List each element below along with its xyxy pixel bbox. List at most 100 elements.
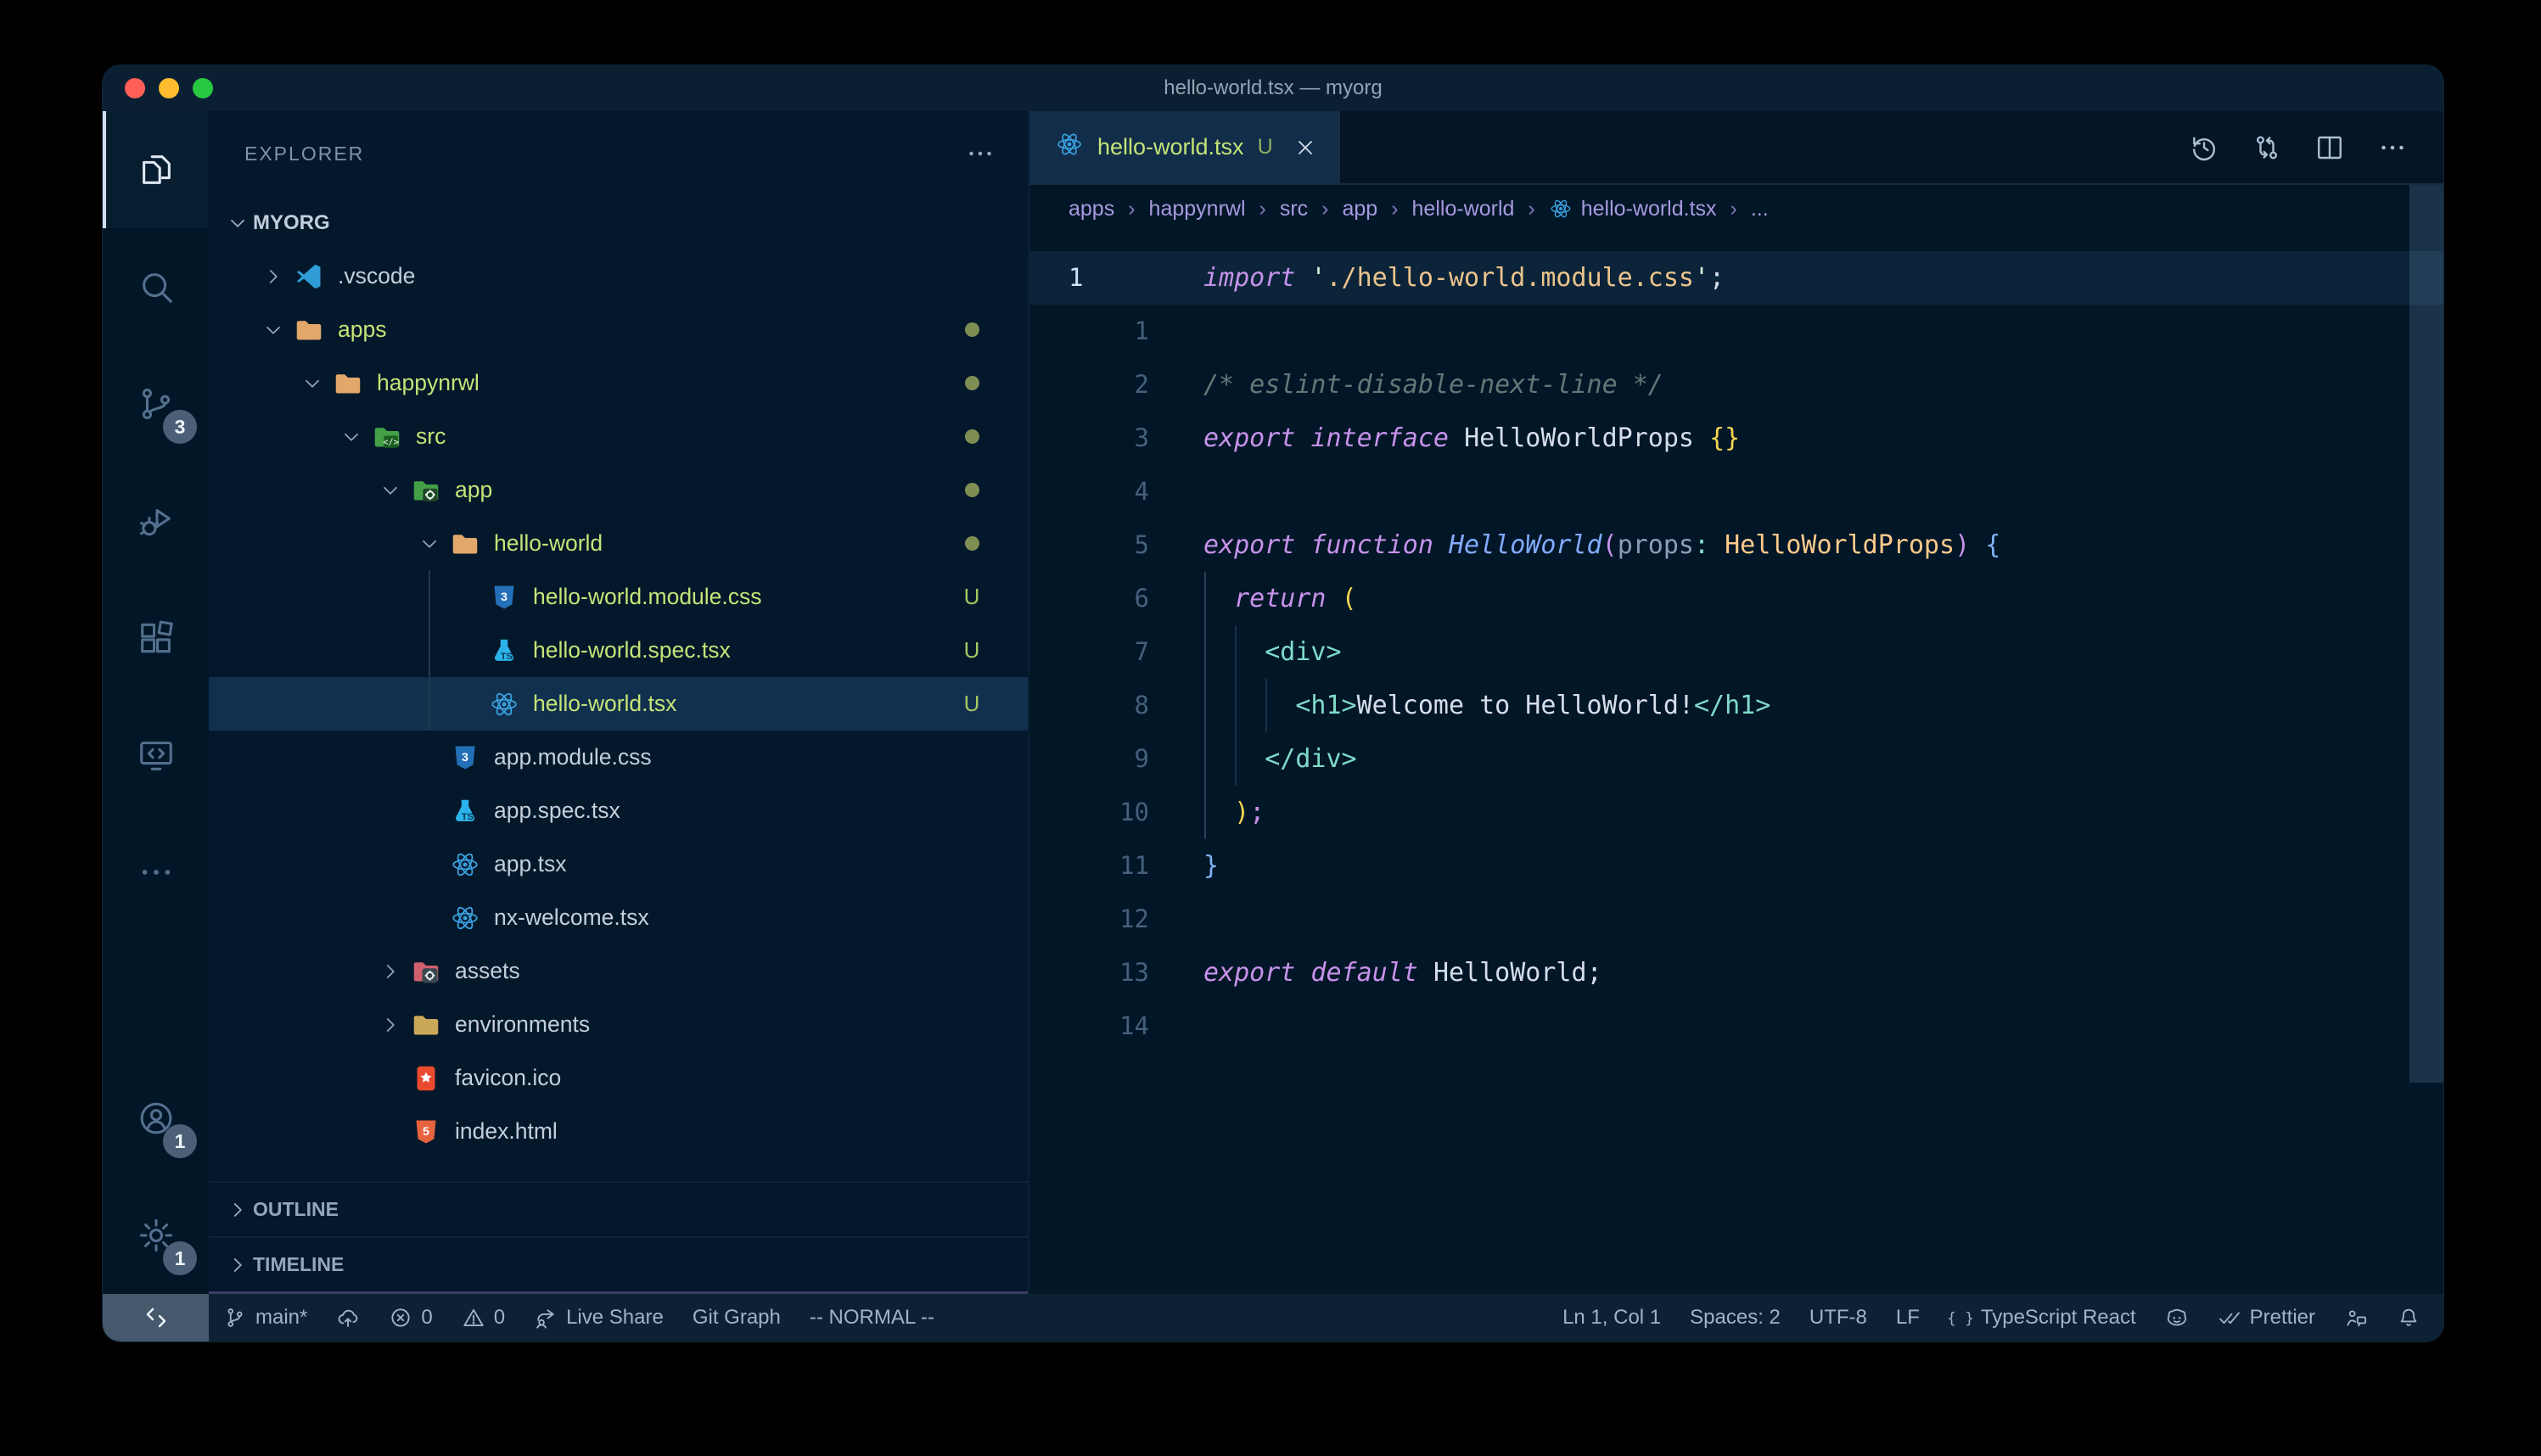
tree-item-hello-world-module-css[interactable]: 3hello-world.module.cssU xyxy=(209,570,1028,624)
status-indentation[interactable]: Spaces: 2 xyxy=(1675,1294,1795,1341)
tree-item-index-html[interactable]: 5index.html xyxy=(209,1105,1028,1158)
css3-icon: 3 xyxy=(485,579,523,616)
tab-untracked-badge: U xyxy=(1258,135,1273,160)
status-git-branch[interactable]: main* xyxy=(209,1294,322,1341)
sidebar-title: EXPLORER xyxy=(244,143,364,165)
activity-item-explorer[interactable] xyxy=(103,111,209,228)
code-line-current: 1import './hello-world.module.css'; xyxy=(1029,251,2443,305)
status-eol[interactable]: LF xyxy=(1882,1294,1934,1341)
titlebar[interactable]: hello-world.tsx — myorg xyxy=(103,65,2443,111)
more-actions-button[interactable] xyxy=(2377,132,2408,163)
breadcrumb-label: hello-world.tsx xyxy=(1581,197,1717,221)
status-warnings[interactable]: 0 xyxy=(447,1294,519,1341)
activity-item-search[interactable] xyxy=(103,228,209,345)
code-text: /* eslint-disable-next-line */ xyxy=(1203,358,2443,412)
search-icon xyxy=(137,267,176,306)
favicon-icon xyxy=(407,1060,445,1097)
folder-env-icon xyxy=(407,1006,445,1044)
svg-text:TS: TS xyxy=(501,651,513,661)
tree-item-environments[interactable]: environments xyxy=(209,998,1028,1051)
status-vim-mode[interactable]: -- NORMAL -- xyxy=(795,1294,949,1341)
outline-section[interactable]: OUTLINE xyxy=(209,1181,1028,1236)
tree-item-app[interactable]: app xyxy=(209,463,1028,517)
line-number: 12 xyxy=(1119,893,1149,946)
tree-item-app-tsx[interactable]: app.tsx xyxy=(209,837,1028,891)
workspace-root-myorg[interactable]: MYORG xyxy=(209,196,1028,249)
open-timeline-button[interactable] xyxy=(2189,132,2219,163)
tree-item-label: index.html xyxy=(455,1118,558,1145)
tree-item-nx-welcome-tsx[interactable]: nx-welcome.tsx xyxy=(209,891,1028,944)
line-number-gutter: 11 xyxy=(1029,839,1203,893)
status-git-graph[interactable]: Git Graph xyxy=(678,1294,795,1341)
close-tab-button[interactable] xyxy=(1293,136,1317,160)
code-text: <h1>Welcome to HelloWorld!</h1> xyxy=(1203,679,2443,732)
test-tsx-icon: TS xyxy=(485,632,523,669)
tree-item-assets[interactable]: assets xyxy=(209,944,1028,998)
explorer-more-actions-button[interactable] xyxy=(965,138,996,169)
line-number: 2 xyxy=(1135,358,1149,412)
activity-item-accounts[interactable]: 1 xyxy=(103,1060,209,1177)
timeline-section[interactable]: TIMELINE xyxy=(209,1236,1028,1294)
tree-item-label: hello-world.spec.tsx xyxy=(533,637,731,664)
activity-item-run-debug[interactable] xyxy=(103,462,209,580)
breadcrumb-separator: › xyxy=(1321,197,1328,221)
line-number-gutter: 10 xyxy=(1029,786,1203,839)
zoom-button[interactable] xyxy=(193,78,213,98)
workbench: 311 EXPLORER MYORG .vscodeappshappynrwl<… xyxy=(103,111,2443,1294)
split-editor-button[interactable] xyxy=(2314,132,2345,163)
tree-item-favicon-ico[interactable]: favicon.ico xyxy=(209,1051,1028,1105)
remote-icon xyxy=(143,1304,170,1331)
activity-item-remote-explorer[interactable] xyxy=(103,697,209,814)
git-modified-dot xyxy=(956,423,987,450)
code-line: 4 xyxy=(1029,465,2443,518)
breadcrumb-item-hello-world-tsx[interactable]: hello-world.tsx xyxy=(1549,197,1717,221)
double-check-icon xyxy=(2218,1306,2241,1330)
status-language-mode[interactable]: { }TypeScript React xyxy=(1934,1294,2151,1341)
tree-item-hello-world-spec-tsx[interactable]: TShello-world.spec.tsxU xyxy=(209,624,1028,677)
files-icon xyxy=(137,150,176,189)
breadcrumb-separator: › xyxy=(1259,197,1266,221)
tree-item-happynrwl[interactable]: happynrwl xyxy=(209,356,1028,410)
breadcrumb-item-apps[interactable]: apps xyxy=(1069,197,1114,221)
status-live-share[interactable]: Live Share xyxy=(519,1294,678,1341)
tree-item-app-module-css[interactable]: 3app.module.css xyxy=(209,731,1028,784)
breadcrumb-item-src[interactable]: src xyxy=(1280,197,1308,221)
status-cursor-position[interactable]: Ln 1, Col 1 xyxy=(1548,1294,1675,1341)
breadcrumb-item-hello-world[interactable]: hello-world xyxy=(1412,197,1515,221)
tree-item-vscode[interactable]: .vscode xyxy=(209,249,1028,303)
breadcrumb-item-[interactable]: ... xyxy=(1751,197,1769,221)
tree-item-hello-world[interactable]: hello-world xyxy=(209,517,1028,570)
breadcrumb-label: hello-world xyxy=(1412,197,1515,221)
minimize-button[interactable] xyxy=(159,78,179,98)
activity-item-settings[interactable]: 1 xyxy=(103,1177,209,1294)
git-untracked-badge: U xyxy=(956,584,987,610)
folder-app-icon xyxy=(407,472,445,509)
status-sync[interactable] xyxy=(322,1294,374,1341)
tree-item-src[interactable]: </>src xyxy=(209,410,1028,463)
tab-hello-world-tsx[interactable]: hello-world.tsx U xyxy=(1029,111,1340,183)
status-errors[interactable]: 0 xyxy=(374,1294,446,1341)
tree-item-apps[interactable]: apps xyxy=(209,303,1028,356)
status-copilot[interactable] xyxy=(2151,1294,2203,1341)
tree-item-label: assets xyxy=(455,958,520,984)
status-feedback[interactable] xyxy=(2330,1294,2382,1341)
activity-item-more[interactable] xyxy=(103,814,209,931)
breadcrumb-item-app[interactable]: app xyxy=(1342,197,1377,221)
activity-item-extensions[interactable] xyxy=(103,580,209,697)
line-number: 3 xyxy=(1135,412,1149,465)
status-notifications[interactable] xyxy=(2382,1294,2435,1341)
compare-changes-button[interactable] xyxy=(2252,132,2282,163)
tree-item-app-spec-tsx[interactable]: TSapp.spec.tsx xyxy=(209,784,1028,837)
ellipsis-icon xyxy=(137,853,176,892)
close-button[interactable] xyxy=(125,78,145,98)
status-prettier-label: Prettier xyxy=(2250,1306,2315,1330)
breadcrumb-item-happynrwl[interactable]: happynrwl xyxy=(1149,197,1246,221)
status-remote-indicator[interactable] xyxy=(103,1294,209,1341)
code-editor[interactable]: 1import './hello-world.module.css';1 2/*… xyxy=(1029,232,2443,1294)
chevron-right-icon xyxy=(373,960,407,983)
activity-item-source-control[interactable]: 3 xyxy=(103,345,209,462)
tree-item-hello-world-tsx[interactable]: hello-world.tsxU xyxy=(209,677,1028,731)
editor-scrollbar[interactable] xyxy=(2409,185,2443,1083)
status-prettier[interactable]: Prettier xyxy=(2203,1294,2330,1341)
status-encoding[interactable]: UTF-8 xyxy=(1795,1294,1882,1341)
